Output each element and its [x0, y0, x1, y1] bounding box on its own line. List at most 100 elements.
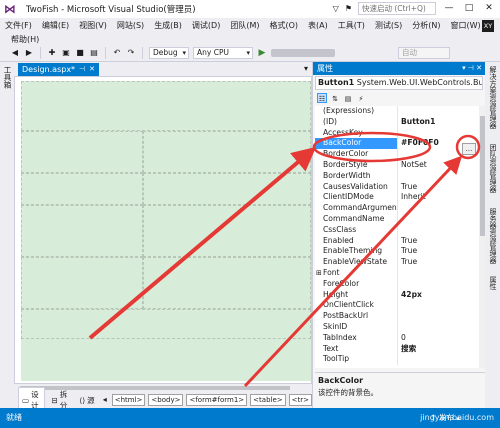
breadcrumb-back-icon[interactable]: ◂ [101, 395, 109, 405]
close-tab-icon[interactable]: ✕ [89, 63, 95, 76]
breadcrumb-tr[interactable]: <tr> [288, 394, 312, 406]
property-row[interactable]: TabIndex 0 [315, 332, 479, 344]
navigate-forward-icon[interactable]: ▶ [24, 48, 34, 58]
redo-icon[interactable]: ↷ [126, 48, 136, 58]
open-file-icon[interactable]: ▣ [61, 48, 71, 58]
property-row[interactable]: EnableViewState True [315, 257, 479, 268]
filter-icon[interactable]: ▽ [333, 4, 339, 13]
menu-test[interactable]: 测试(S) [370, 18, 407, 34]
solution-explorer-tab[interactable]: 解决方案资源管理器 [488, 66, 498, 129]
table-cell[interactable] [21, 257, 143, 309]
menu-tools[interactable]: 工具(T) [333, 18, 370, 34]
property-value[interactable] [397, 213, 479, 225]
tab-design-aspx[interactable]: Design.aspx* ⊣ ✕ [18, 63, 100, 76]
property-row[interactable]: BorderStyle NotSet [315, 159, 479, 171]
auto-select[interactable]: 自动 [398, 46, 450, 59]
maximize-button[interactable]: □ [462, 2, 476, 15]
property-value[interactable] [397, 203, 479, 214]
property-row[interactable]: EnableTheming True [315, 246, 479, 258]
property-value[interactable] [397, 278, 479, 290]
property-row[interactable]: PostBackUrl [315, 311, 479, 322]
properties-tab[interactable]: 属性 [488, 276, 498, 290]
properties-icon[interactable]: ▤ [343, 93, 353, 103]
property-row[interactable]: CausesValidation True [315, 181, 479, 193]
property-row[interactable]: ⊞ Font [315, 267, 479, 279]
user-avatar[interactable]: XY [482, 20, 494, 32]
property-value[interactable] [397, 170, 479, 182]
property-value[interactable] [397, 354, 479, 366]
menu-team[interactable]: 团队(M) [225, 18, 264, 34]
expand-icon[interactable]: ⊞ [316, 268, 322, 279]
table-cell[interactable] [143, 131, 311, 173]
property-row[interactable]: SkinID [315, 321, 479, 333]
property-value[interactable] [397, 224, 479, 236]
property-row[interactable]: CommandArgument [315, 203, 479, 214]
minimize-button[interactable]: — [442, 2, 456, 15]
breadcrumb-html[interactable]: <html> [111, 394, 146, 406]
property-row[interactable]: CssClass [315, 224, 479, 236]
property-value[interactable]: 42px [397, 289, 479, 301]
property-row[interactable]: AccessKey [315, 127, 479, 139]
menu-debug[interactable]: 调试(D) [187, 18, 225, 34]
start-debug-icon[interactable]: ▶ [257, 48, 267, 58]
menu-view[interactable]: 视图(V) [74, 18, 112, 34]
table-cell[interactable] [21, 205, 143, 257]
navigate-back-icon[interactable]: ◀ [10, 48, 20, 58]
panel-window-controls[interactable]: ▾ ⊣ ✕ [462, 62, 482, 75]
page-canvas[interactable] [21, 81, 311, 381]
notification-flag-icon[interactable]: ⚑ [345, 4, 352, 13]
property-row[interactable]: ForeColor [315, 278, 479, 290]
server-explorer-tab[interactable]: 服务器资源管理器 [488, 208, 498, 264]
property-row[interactable]: (Expressions) [315, 106, 479, 117]
property-value[interactable] [397, 321, 479, 333]
property-value[interactable]: Inherit [397, 192, 479, 204]
close-button[interactable]: ✕ [482, 2, 496, 15]
breadcrumb-table[interactable]: <table> [250, 394, 286, 406]
new-item-icon[interactable]: ✚ [47, 48, 57, 58]
categorized-icon[interactable]: ☷ [317, 93, 327, 103]
toolbox-strip[interactable]: 工具箱 [0, 62, 14, 408]
breadcrumb-body[interactable]: <body> [148, 394, 184, 406]
property-row[interactable]: BorderWidth [315, 170, 479, 182]
tab-dropdown-icon[interactable]: ▾ [304, 64, 308, 73]
property-value[interactable]: True [397, 235, 479, 247]
menu-format[interactable]: 格式(O) [264, 18, 303, 34]
breadcrumb-form[interactable]: <form#form1> [186, 394, 248, 406]
property-value[interactable]: True [397, 257, 479, 268]
team-explorer-tab[interactable]: 团队资源管理器 [488, 144, 498, 193]
quick-launch-input[interactable]: 快速启动 (Ctrl+Q) [358, 2, 436, 15]
solution-config-select[interactable]: Debug [149, 46, 189, 59]
menu-build[interactable]: 生成(B) [149, 18, 187, 34]
table-cell[interactable] [21, 309, 311, 339]
pin-icon[interactable]: ⊣ [79, 63, 85, 76]
design-surface[interactable] [14, 76, 312, 384]
property-value[interactable] [397, 311, 479, 322]
solution-platform-select[interactable]: Any CPU [193, 46, 253, 59]
menu-website[interactable]: 网站(S) [112, 18, 149, 34]
save-icon[interactable]: ■ [75, 48, 85, 58]
property-value[interactable] [397, 106, 479, 117]
object-selector[interactable]: Button1 System.Web.UI.WebControls.Button [315, 76, 483, 90]
table-cell[interactable] [21, 81, 311, 131]
property-value[interactable] [397, 267, 479, 279]
property-row[interactable]: ClientIDMode Inherit [315, 192, 479, 204]
property-row[interactable]: BorderColor [315, 149, 479, 160]
tab-source-view[interactable]: ⟨⟩ 源 [76, 394, 97, 407]
property-row[interactable]: CommandName [315, 213, 479, 225]
property-value[interactable]: True [397, 246, 479, 258]
property-value[interactable]: 搜索 [397, 343, 479, 355]
menu-analyze[interactable]: 分析(N) [407, 18, 445, 34]
property-row[interactable]: (ID) Button1 [315, 116, 479, 128]
property-row[interactable]: ToolTip [315, 354, 479, 366]
property-value[interactable]: True [397, 181, 479, 193]
table-cell[interactable] [143, 205, 311, 257]
table-cell[interactable] [143, 257, 311, 309]
blurred-browser-target[interactable] [271, 48, 335, 57]
events-icon[interactable]: ⚡ [356, 93, 366, 103]
color-picker-ellipsis-button[interactable]: ... [462, 143, 476, 155]
property-value[interactable]: Button1 [397, 116, 479, 128]
table-cell[interactable] [21, 173, 143, 205]
property-row[interactable]: Text 搜索 [315, 343, 479, 355]
property-value[interactable] [397, 300, 479, 312]
undo-icon[interactable]: ↶ [112, 48, 122, 58]
